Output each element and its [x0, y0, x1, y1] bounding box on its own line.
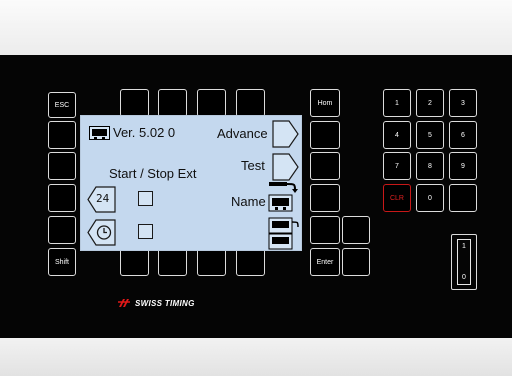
enter-key[interactable]: Enter [310, 248, 340, 276]
timer-icon[interactable] [87, 219, 117, 246]
numpad-key-9[interactable]: 9 [449, 152, 477, 180]
right-softkey-5[interactable] [342, 216, 370, 244]
name-label: Name [231, 194, 266, 209]
switch-off-label: 0 [462, 274, 466, 281]
clr-key[interactable]: CLR [383, 184, 411, 212]
power-switch-lever[interactable]: 1 0 [457, 239, 471, 285]
bottom-frame [0, 338, 512, 376]
bottom-softkey-1[interactable] [120, 248, 149, 276]
bottom-softkey-4[interactable] [236, 248, 265, 276]
top-softkey-4[interactable] [236, 89, 265, 117]
right-softkey-4[interactable] [310, 216, 340, 244]
name-device-icon[interactable] [267, 181, 301, 215]
device-swap-icon[interactable] [267, 216, 301, 250]
top-softkey-2[interactable] [158, 89, 187, 117]
top-softkey-3[interactable] [197, 89, 226, 117]
version-text: Ver. 5.02 0 [113, 125, 176, 140]
left-softkey-1[interactable] [48, 121, 76, 149]
right-softkey-3[interactable] [310, 184, 340, 212]
power-switch[interactable]: 1 0 [451, 234, 477, 290]
esc-key[interactable]: ESC [48, 92, 76, 118]
numpad-key-6[interactable]: 6 [449, 121, 477, 149]
right-softkey-2[interactable] [310, 152, 340, 180]
numpad-key-3[interactable]: 3 [449, 89, 477, 117]
numpad-key-8[interactable]: 8 [416, 152, 444, 180]
start-stop-checkbox-1[interactable] [138, 191, 153, 206]
numpad-key-0[interactable]: 0 [416, 184, 444, 212]
swiss-timing-logo-mark [118, 299, 130, 307]
advance-label: Advance [217, 126, 268, 141]
device-icon [89, 126, 110, 140]
numpad-key-5[interactable]: 5 [416, 121, 444, 149]
clock-24h-text: 24 [96, 192, 110, 205]
right-softkey-1[interactable] [310, 121, 340, 149]
start-stop-checkbox-2[interactable] [138, 224, 153, 239]
switch-on-label: 1 [462, 243, 466, 250]
shift-key[interactable]: Shift [48, 248, 76, 276]
hom-key[interactable]: Hom [310, 89, 340, 117]
numpad-key-1[interactable]: 1 [383, 89, 411, 117]
swiss-timing-logo: SWISS TIMING [117, 297, 195, 309]
left-softkey-4[interactable] [48, 216, 76, 244]
top-frame [0, 0, 512, 55]
lcd-screen: Ver. 5.02 0 Advance Test Start / Stop Ex… [80, 115, 302, 251]
test-arrow-button[interactable] [272, 153, 300, 181]
test-label: Test [241, 158, 265, 173]
numpad-blank-key[interactable] [449, 184, 477, 212]
bottom-softkey-3[interactable] [197, 248, 226, 276]
start-stop-ext-label: Start / Stop Ext [109, 166, 197, 181]
numpad-key-7[interactable]: 7 [383, 152, 411, 180]
numpad-key-2[interactable]: 2 [416, 89, 444, 117]
left-softkey-2[interactable] [48, 152, 76, 180]
advance-arrow-button[interactable] [272, 120, 300, 148]
right-softkey-6[interactable] [342, 248, 370, 276]
brand-name: SWISS TIMING [135, 298, 195, 308]
top-softkey-1[interactable] [120, 89, 149, 117]
bottom-softkey-2[interactable] [158, 248, 187, 276]
left-softkey-3[interactable] [48, 184, 76, 212]
numpad-key-4[interactable]: 4 [383, 121, 411, 149]
